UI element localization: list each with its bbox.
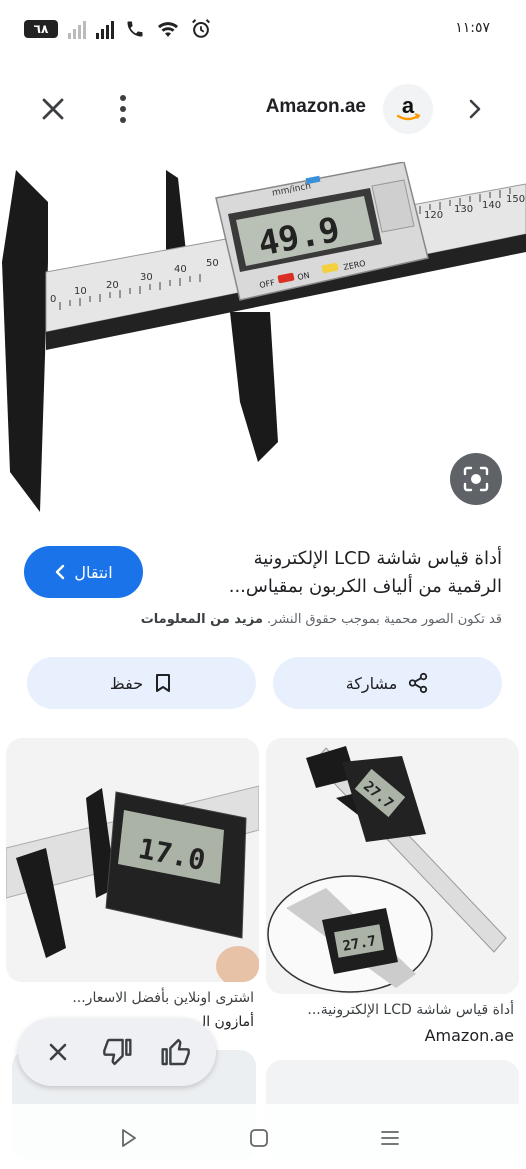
related-source[interactable]: Amazon.ae: [425, 1026, 514, 1045]
back-icon: [122, 1129, 136, 1147]
more-options-button[interactable]: [110, 92, 136, 126]
visit-button[interactable]: انتقال: [24, 546, 143, 598]
amazon-logo[interactable]: a: [383, 84, 433, 134]
alarm-icon: [192, 19, 210, 38]
svg-text:a: a: [402, 93, 415, 118]
battery-icon: ٦٨: [24, 20, 58, 38]
caliper-thumbnail: 27.7 27.7: [266, 738, 519, 994]
close-icon: [49, 1043, 66, 1061]
system-navbar: [0, 1104, 526, 1169]
more-vert-icon: [120, 95, 126, 123]
scale-number: 30: [140, 272, 153, 283]
wifi-calling-icon: [127, 21, 143, 37]
chevron-left-icon: [56, 564, 65, 580]
recents-icon: [381, 1131, 399, 1145]
share-button[interactable]: مشاركة: [273, 657, 502, 709]
related-image-card[interactable]: 17.0: [6, 738, 259, 982]
scale-number: 0: [50, 294, 56, 305]
thumbs-down-button[interactable]: [99, 1034, 135, 1070]
result-title: أداة قياس شاشة LCD الإلكترونية الرقمية م…: [228, 548, 502, 597]
scale-number: 150: [506, 194, 525, 205]
source-title[interactable]: Amazon.ae: [266, 96, 366, 118]
next-result-button[interactable]: [460, 94, 490, 124]
clock: ١١:٥٧: [455, 20, 490, 36]
signal-icon-sim1: [68, 19, 86, 39]
close-icon: [42, 98, 64, 120]
scale-number: 20: [106, 280, 119, 291]
more-info-link[interactable]: مزيد من المعلومات: [141, 612, 263, 627]
copyright-notice: قد تكون الصور محمية بموجب حقوق النشر. مز…: [141, 612, 502, 627]
scale-number: 10: [74, 286, 87, 297]
related-caption[interactable]: اشترى اونلاين بأفضل الاسعار...: [72, 990, 254, 1006]
nav-back-button[interactable]: [114, 1124, 142, 1152]
save-button[interactable]: حفظ: [27, 657, 256, 709]
scale-number: 140: [482, 200, 501, 211]
wifi-icon: [158, 22, 178, 37]
lens-search-button[interactable]: [450, 453, 502, 505]
digital-caliper-image: 0 10 20 30 40 50 120 130 140 150 49.9 mm…: [2, 162, 526, 512]
lens-icon: [463, 466, 489, 492]
scale-number: 50: [206, 258, 219, 269]
copyright-text: قد تكون الصور محمية بموجب حقوق النشر.: [267, 612, 502, 627]
bookmark-icon: [156, 674, 171, 692]
caliper-thumbnail: 17.0: [6, 738, 259, 982]
dismiss-feedback-button[interactable]: [40, 1034, 76, 1070]
feedback-pill: [18, 1018, 216, 1086]
share-icon: [409, 672, 428, 694]
battery-level: ٦٨: [33, 22, 49, 36]
nav-home-button[interactable]: [245, 1124, 273, 1152]
thumbs-down-icon: [103, 1038, 132, 1066]
related-caption[interactable]: أداة قياس شاشة LCD الإلكترونية...: [307, 1002, 514, 1018]
scale-number: 120: [424, 210, 443, 221]
scale-number: 130: [454, 204, 473, 215]
related-image-card[interactable]: 27.7 27.7: [266, 738, 519, 994]
amazon-logo-icon: a: [396, 93, 421, 121]
main-product-image[interactable]: 0 10 20 30 40 50 120 130 140 150 49.9 mm…: [0, 162, 526, 534]
chevron-right-icon: [469, 99, 481, 119]
scale-number: 40: [174, 264, 187, 275]
close-button[interactable]: [36, 92, 70, 126]
viewer-header: Amazon.ae a: [0, 78, 526, 142]
thumbs-up-icon: [161, 1038, 191, 1066]
nav-recents-button[interactable]: [376, 1124, 404, 1152]
home-icon: [250, 1129, 268, 1147]
share-label: مشاركة: [345, 673, 398, 693]
signal-icon-sim2: [96, 19, 114, 39]
save-label: حفظ: [109, 673, 144, 693]
status-icons: ٦٨: [24, 18, 212, 40]
visit-button-label: انتقال: [74, 562, 113, 582]
status-bar: ٦٨ ١١:٥٧: [0, 0, 526, 60]
thumbs-up-button[interactable]: [158, 1034, 194, 1070]
